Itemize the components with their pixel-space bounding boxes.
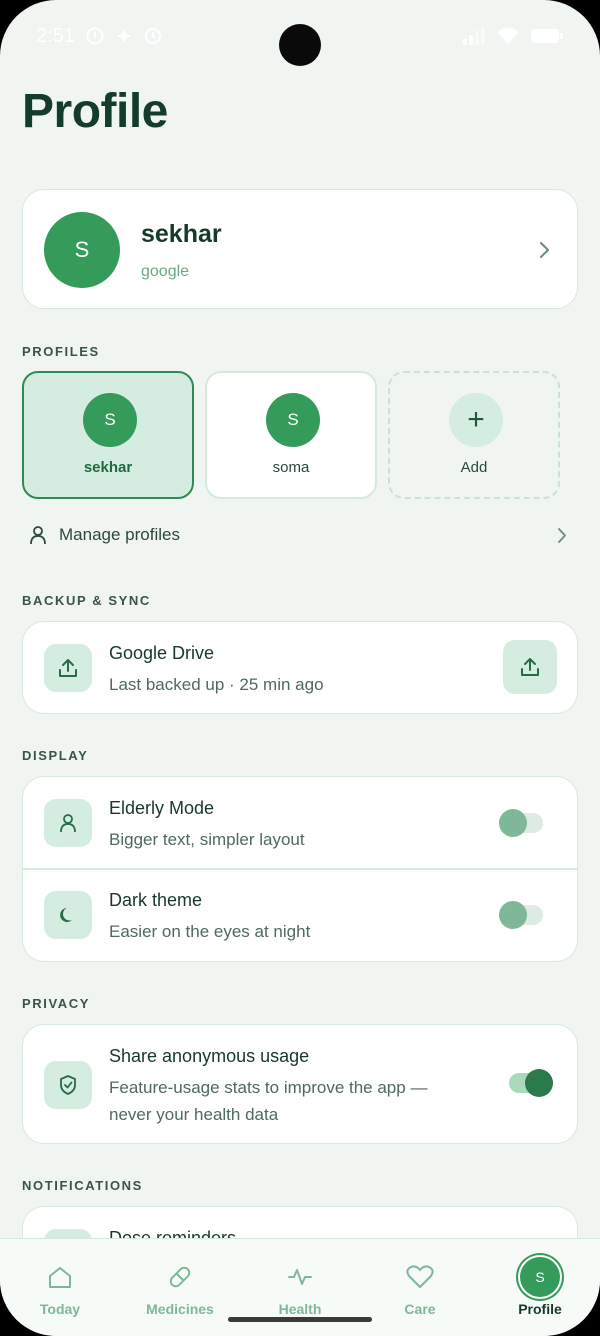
pill-icon	[162, 1261, 198, 1293]
display-card: Elderly Mode Bigger text, simpler layout…	[22, 776, 578, 962]
screen: 2:51 Profile S sekhar google PROFILES S …	[0, 0, 600, 1336]
account-card[interactable]: S sekhar google	[22, 189, 578, 309]
sync-icon	[144, 28, 161, 44]
avatar: S	[520, 1257, 560, 1297]
avatar: S	[266, 393, 320, 447]
privacy-card: Share anonymous usage Feature-usage stat…	[22, 1024, 578, 1144]
section-label-notifications: NOTIFICATIONS	[22, 1178, 143, 1193]
home-indicator[interactable]	[228, 1317, 372, 1322]
wifi-icon	[497, 28, 519, 44]
nav-profile[interactable]: S Profile	[480, 1239, 600, 1336]
profile-name: soma	[272, 459, 310, 476]
nav-today[interactable]: Today	[0, 1239, 120, 1336]
status-time: 2:51	[36, 24, 75, 47]
backup-status: Last backed up · 25 min ago	[109, 675, 324, 694]
google-drive-card: Google Drive Last backed up · 25 min ago	[22, 621, 578, 714]
share-usage-toggle[interactable]	[509, 1069, 553, 1097]
share-usage-description-line2: never your health data	[109, 1105, 279, 1124]
nav-medicines[interactable]: Medicines	[120, 1239, 240, 1336]
add-profile-button[interactable]: + Add	[388, 371, 560, 499]
profile-tile-soma[interactable]: S soma	[205, 371, 377, 499]
upload-icon	[521, 658, 539, 676]
person-icon	[30, 526, 46, 545]
chevron-right-icon	[540, 242, 549, 258]
pulse-icon	[282, 1261, 318, 1293]
chevron-right-icon	[558, 528, 566, 543]
divider	[23, 868, 577, 870]
backup-now-button[interactable]	[503, 640, 557, 694]
avatar: S	[83, 393, 137, 447]
section-label-profiles: PROFILES	[22, 344, 100, 359]
nav-label: Medicines	[146, 1301, 214, 1317]
share-usage-title: Share anonymous usage	[109, 1046, 310, 1066]
shield-icon	[44, 1061, 92, 1109]
account-provider: google	[141, 263, 190, 280]
person-icon	[44, 799, 92, 847]
elderly-mode-title: Elderly Mode	[109, 798, 215, 818]
profile-name: sekhar	[83, 459, 133, 476]
manage-profiles-label: Manage profiles	[59, 525, 180, 544]
section-label-privacy: PRIVACY	[22, 996, 91, 1011]
nav-label: Health	[278, 1301, 322, 1317]
nav-label: Profile	[518, 1301, 562, 1317]
nav-label: Today	[39, 1301, 81, 1317]
section-label-display: DISPLAY	[22, 748, 89, 763]
nav-label: Care	[404, 1301, 436, 1317]
heart-icon	[402, 1261, 438, 1293]
elderly-mode-toggle[interactable]	[499, 809, 543, 837]
dark-theme-description: Easier on the eyes at night	[109, 922, 311, 941]
manage-profiles-link[interactable]: Manage profiles	[22, 520, 578, 550]
notification-icon	[86, 27, 104, 45]
backup-title: Google Drive	[109, 643, 215, 663]
page-title: Profile	[22, 85, 168, 138]
profile-tile-sekhar[interactable]: S sekhar	[22, 371, 194, 499]
plus-icon: +	[449, 393, 503, 447]
sparkle-icon	[115, 28, 132, 44]
battery-icon	[531, 29, 563, 43]
section-label-backup: BACKUP & SYNC	[22, 593, 151, 608]
avatar: S	[44, 212, 120, 288]
moon-icon	[44, 891, 92, 939]
upload-icon	[44, 644, 92, 692]
elderly-mode-description: Bigger text, simpler layout	[109, 830, 305, 849]
camera-cutout	[279, 24, 321, 66]
share-usage-description-line1: Feature-usage stats to improve the app —	[109, 1078, 428, 1097]
dark-theme-toggle[interactable]	[499, 901, 543, 929]
home-icon	[42, 1261, 78, 1293]
nav-care[interactable]: Care	[360, 1239, 480, 1336]
dark-theme-title: Dark theme	[109, 890, 203, 910]
signal-icon	[463, 27, 485, 45]
add-profile-label: Add	[460, 459, 488, 476]
user-name: sekhar	[141, 220, 222, 248]
